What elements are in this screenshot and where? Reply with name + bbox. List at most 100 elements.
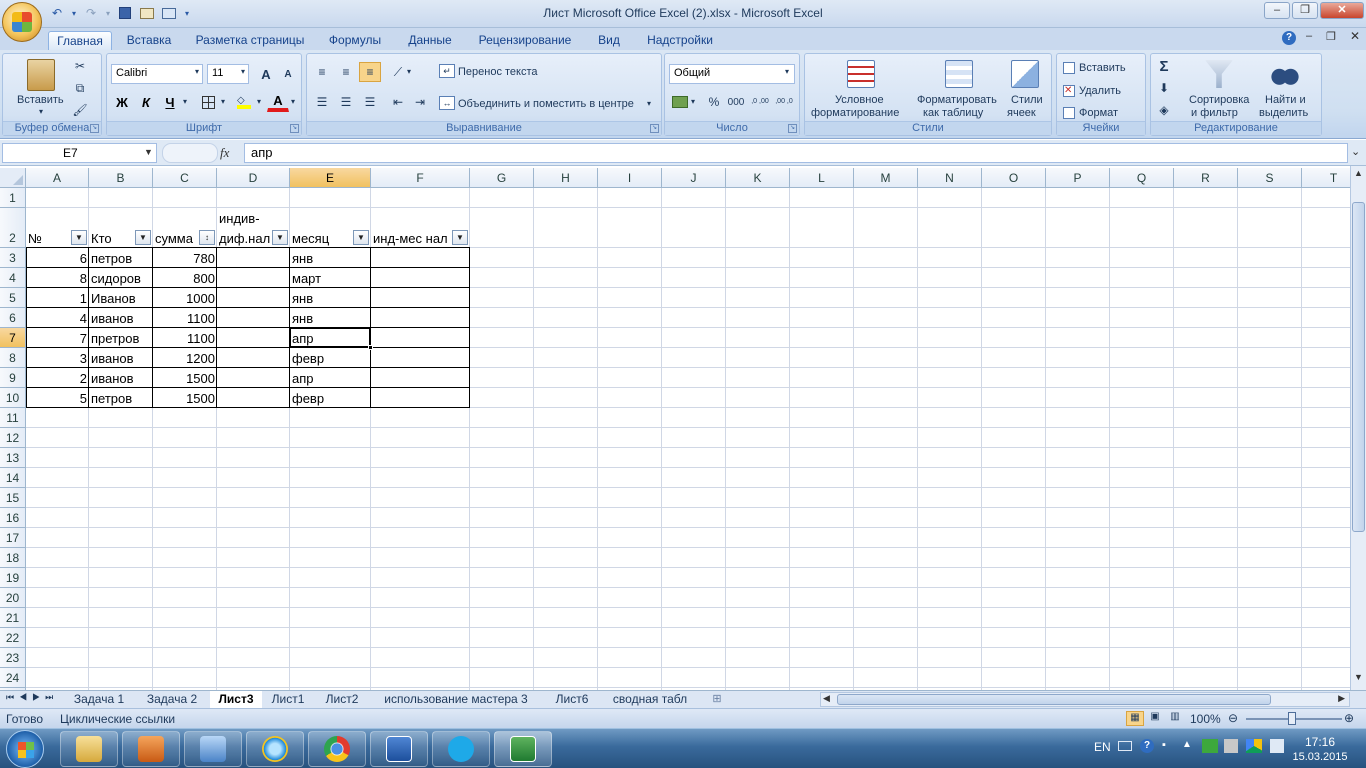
taskbar-skype[interactable] xyxy=(432,731,490,767)
header-indiv-1[interactable]: индив- xyxy=(219,210,288,227)
office-button[interactable] xyxy=(2,2,42,42)
sheet-tab[interactable]: использование мастера 3 xyxy=(372,691,540,708)
insert-sheet-icon[interactable]: ⊞ xyxy=(706,692,728,707)
cell-who[interactable]: Иванов xyxy=(91,290,151,307)
normal-view-icon[interactable]: ▦ xyxy=(1126,711,1144,726)
find-select-label-1[interactable]: Найти и xyxy=(1265,94,1306,106)
save-icon[interactable] xyxy=(116,4,134,22)
cell-who[interactable]: иванов xyxy=(91,310,151,327)
font-name-select[interactable]: Calibri xyxy=(111,64,203,84)
tab-page-layout[interactable]: Разметка страницы xyxy=(190,31,310,50)
wrap-text-button[interactable]: Перенос текста xyxy=(458,66,538,78)
font-launcher-icon[interactable]: ↘ xyxy=(290,124,299,133)
tab-view[interactable]: Вид xyxy=(590,31,628,50)
language-indicator[interactable]: EN xyxy=(1094,740,1111,754)
cell-styles-label-2[interactable]: ячеек xyxy=(1007,107,1036,119)
clear-icon[interactable]: ◈ xyxy=(1153,100,1175,120)
format-cells-button[interactable]: Формат xyxy=(1079,107,1118,119)
column-header[interactable]: Q xyxy=(1110,168,1174,188)
taskbar-paint[interactable] xyxy=(184,731,242,767)
zoom-out-icon[interactable]: ⊖ xyxy=(1228,711,1238,725)
column-header[interactable]: I xyxy=(598,168,662,188)
help-icon[interactable]: ? xyxy=(1282,31,1296,45)
column-header[interactable]: D xyxy=(217,168,290,188)
copy-icon[interactable]: ⧉ xyxy=(69,78,91,98)
fill-color-icon[interactable]: ◇ xyxy=(233,92,255,112)
column-header[interactable]: M xyxy=(854,168,918,188)
paste-icon[interactable] xyxy=(27,59,55,91)
row-header[interactable]: 15 xyxy=(0,488,26,508)
paste-button[interactable]: Вставить xyxy=(17,94,64,106)
align-right-icon[interactable]: ☰ xyxy=(359,92,381,112)
cell-month[interactable]: янв xyxy=(292,250,369,267)
row-header[interactable]: 18 xyxy=(0,548,26,568)
currency-icon[interactable] xyxy=(669,92,691,112)
clock-date[interactable]: 15.03.2015 xyxy=(1284,751,1356,763)
sheet-tab[interactable]: Лист6 xyxy=(546,691,598,708)
row-header[interactable]: 5 xyxy=(0,288,26,308)
google-drive-icon[interactable] xyxy=(1246,739,1262,753)
fill-handle[interactable] xyxy=(368,345,373,350)
row-header[interactable]: 19 xyxy=(0,568,26,588)
page-layout-view-icon[interactable]: ▣ xyxy=(1146,711,1164,726)
cell-no[interactable]: 1 xyxy=(28,290,87,307)
font-color-button[interactable]: A xyxy=(267,92,289,112)
cell-month[interactable]: март xyxy=(292,270,369,287)
cell-no[interactable]: 2 xyxy=(28,370,87,387)
increase-decimal-button[interactable]: ,0 ,00 xyxy=(749,92,771,112)
column-header[interactable]: A xyxy=(26,168,89,188)
select-all-button[interactable] xyxy=(0,168,26,188)
orientation-dropdown-icon[interactable]: ▾ xyxy=(407,67,411,76)
column-header[interactable]: P xyxy=(1046,168,1110,188)
sheet-tab[interactable]: Лист2 xyxy=(316,691,368,708)
number-launcher-icon[interactable]: ↘ xyxy=(788,124,797,133)
taskbar-media-player[interactable] xyxy=(122,731,180,767)
scroll-up-icon[interactable]: ▲ xyxy=(1352,168,1365,182)
cell-no[interactable]: 4 xyxy=(28,310,87,327)
scroll-left-icon[interactable]: ◀ xyxy=(823,693,830,704)
increase-indent-icon[interactable]: ⇥ xyxy=(409,92,431,112)
sort-filter-label-1[interactable]: Сортировка xyxy=(1189,94,1249,106)
clipboard-launcher-icon[interactable]: ↘ xyxy=(90,124,99,133)
filter-dropdown-icon[interactable]: ▼ xyxy=(353,230,369,245)
tab-insert[interactable]: Вставка xyxy=(120,31,178,50)
row-header[interactable]: 8 xyxy=(0,348,26,368)
taskbar-word[interactable] xyxy=(370,731,428,767)
row-header[interactable]: 13 xyxy=(0,448,26,468)
cell-who[interactable]: претров xyxy=(91,330,151,347)
zoom-slider-thumb[interactable] xyxy=(1288,712,1296,725)
column-header[interactable]: C xyxy=(153,168,217,188)
orientation-icon[interactable]: ⟋ xyxy=(387,62,409,82)
shrink-font-button[interactable]: A xyxy=(277,64,299,84)
cell-month[interactable]: апр xyxy=(292,370,369,387)
font-size-dropdown-icon[interactable]: ▾ xyxy=(241,67,245,76)
format-as-table-label-1[interactable]: Форматировать xyxy=(917,94,997,106)
filter-dropdown-icon[interactable]: ▼ xyxy=(272,230,288,245)
bold-button[interactable]: Ж xyxy=(111,92,133,112)
print-preview-icon[interactable] xyxy=(138,4,156,22)
taskbar-excel[interactable] xyxy=(494,731,552,767)
status-circular-references[interactable]: Циклические ссылки xyxy=(60,712,175,726)
column-header[interactable]: L xyxy=(790,168,854,188)
cell-who[interactable]: петров xyxy=(91,250,151,267)
column-header[interactable]: O xyxy=(982,168,1046,188)
cell-no[interactable]: 5 xyxy=(28,390,87,407)
column-header[interactable]: K xyxy=(726,168,790,188)
cell-month[interactable]: янв xyxy=(292,310,369,327)
ribbon-close-icon[interactable]: ✕ xyxy=(1350,29,1360,43)
sheet-nav-icons[interactable]: ⏮◀▶⏭ xyxy=(6,692,58,703)
align-left-icon[interactable]: ☰ xyxy=(311,92,333,112)
redo-icon[interactable]: ↷ xyxy=(82,4,100,22)
row-header[interactable]: 22 xyxy=(0,628,26,648)
cell-who[interactable]: сидоров xyxy=(91,270,151,287)
redo-dropdown-icon[interactable]: ▾ xyxy=(104,4,112,22)
row-header[interactable]: 24 xyxy=(0,668,26,688)
maximize-button[interactable]: ❐ xyxy=(1292,2,1318,19)
borders-icon[interactable] xyxy=(197,92,219,112)
column-header[interactable]: T xyxy=(1302,168,1350,188)
row-header[interactable]: 17 xyxy=(0,528,26,548)
sheet-tab[interactable]: сводная табл xyxy=(602,691,698,708)
underline-dropdown-icon[interactable]: ▾ xyxy=(183,97,187,106)
cell-sum[interactable]: 1000 xyxy=(155,290,215,307)
fill-icon[interactable]: ⬇ xyxy=(1153,78,1175,98)
